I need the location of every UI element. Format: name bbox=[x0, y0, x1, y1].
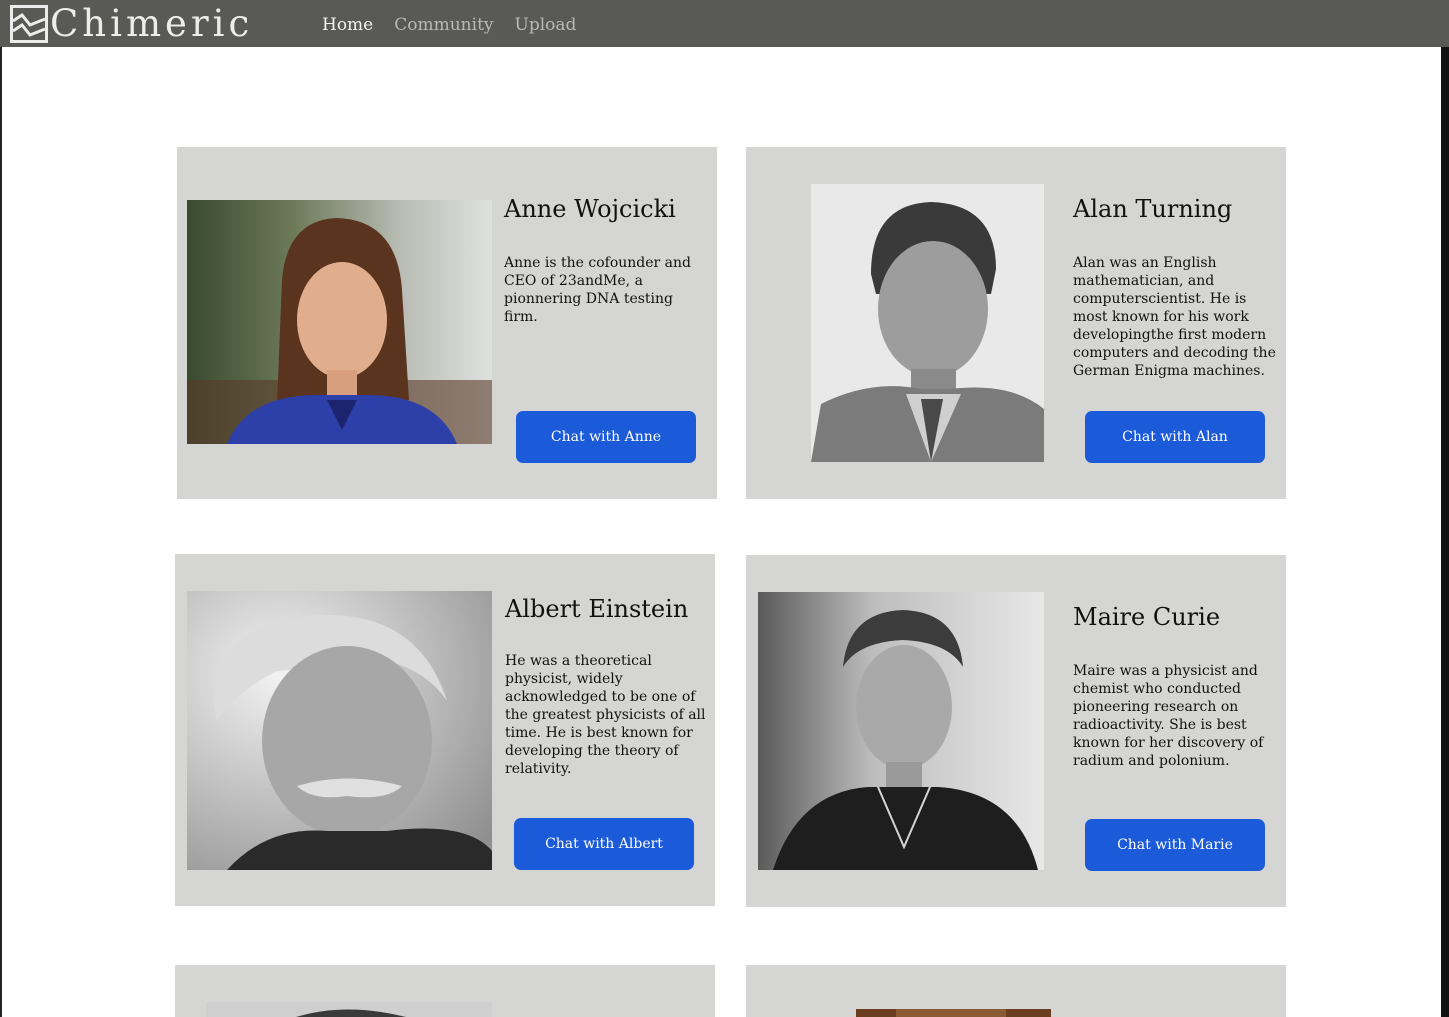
brand-name: Chimeric bbox=[50, 2, 254, 45]
chat-with-albert-button[interactable]: Chat with Albert bbox=[514, 818, 694, 870]
persona-name: Alan Turning bbox=[1073, 195, 1233, 223]
anne-wojcicki-photo bbox=[187, 200, 492, 444]
persona-name: Anne Wojcicki bbox=[504, 195, 676, 223]
persona-card-partial-right bbox=[746, 965, 1286, 1017]
persona-card-marie: Maire Curie Maire was a physicist and ch… bbox=[746, 555, 1286, 907]
top-navbar: Chimeric Home Community Upload bbox=[0, 0, 1449, 47]
persona-photo-partial bbox=[206, 1002, 492, 1017]
chat-with-alan-button[interactable]: Chat with Alan bbox=[1085, 411, 1265, 463]
persona-description: Maire was a physicist and chemist who co… bbox=[1073, 663, 1264, 769]
alan-turing-photo bbox=[811, 184, 1044, 462]
persona-card-albert: Albert Einstein He was a theoretical phy… bbox=[175, 554, 715, 906]
persona-card-alan: Alan Turning Alan was an English mathema… bbox=[746, 147, 1286, 499]
persona-card-partial-left bbox=[175, 965, 715, 1017]
nav-link-home[interactable]: Home bbox=[322, 13, 373, 37]
persona-name: Maire Curie bbox=[1073, 603, 1221, 631]
window-right-edge bbox=[1441, 0, 1449, 1017]
chat-with-anne-button[interactable]: Chat with Anne bbox=[516, 411, 696, 463]
persona-description: Anne is the cofounder and CEO of 23andMe… bbox=[504, 255, 691, 325]
persona-card-anne: Anne Wojcicki Anne is the cofounder and … bbox=[177, 147, 717, 499]
persona-description: Alan was an English mathematician, and c… bbox=[1073, 255, 1276, 379]
persona-photo-partial bbox=[856, 1009, 1051, 1017]
persona-description: He was a theoretical physicist, widely a… bbox=[505, 653, 706, 777]
nav-link-upload[interactable]: Upload bbox=[515, 13, 577, 37]
chat-with-marie-button[interactable]: Chat with Marie bbox=[1085, 819, 1265, 871]
window-left-edge bbox=[0, 0, 2, 1017]
brand-logo[interactable]: Chimeric bbox=[10, 4, 253, 44]
marie-curie-photo bbox=[758, 592, 1044, 870]
nav-link-community[interactable]: Community bbox=[394, 13, 493, 37]
persona-name: Albert Einstein bbox=[505, 595, 689, 623]
nav-links: Home Community Upload bbox=[322, 13, 576, 37]
albert-einstein-photo bbox=[187, 591, 492, 870]
chart-logo-icon bbox=[10, 5, 48, 43]
